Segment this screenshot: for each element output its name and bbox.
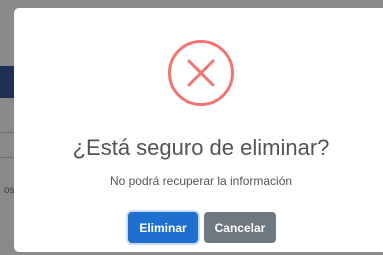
- confirm-delete-dialog: ¿Está seguro de eliminar? No podrá recup…: [14, 8, 383, 252]
- delete-confirm-button[interactable]: Eliminar: [128, 212, 198, 243]
- background-partial-text: os: [4, 185, 15, 196]
- background-divider: [0, 157, 14, 158]
- error-x-icon: [167, 39, 235, 107]
- background-header-bar: [0, 66, 14, 98]
- dialog-title: ¿Está seguro de eliminar?: [72, 135, 330, 160]
- background-divider: [0, 132, 14, 133]
- dialog-message: No podrá recuperar la información: [109, 174, 293, 188]
- cancel-button[interactable]: Cancelar: [204, 212, 276, 243]
